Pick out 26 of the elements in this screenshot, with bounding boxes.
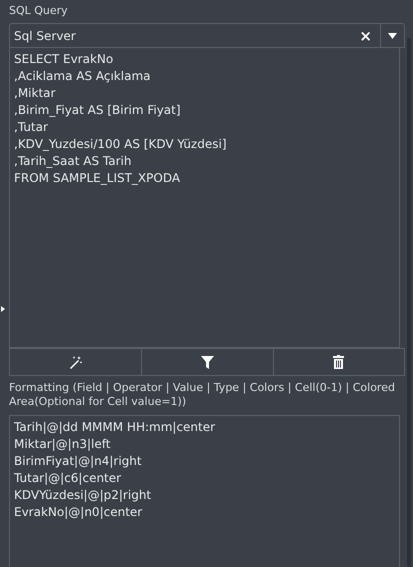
code-line: ,Tutar (14, 119, 48, 136)
code-line: ,Birim_Fiyat AS [Birim Fiyat] (14, 102, 181, 119)
code-line: ,Aciklama AS Açıklama (14, 68, 150, 85)
code-line: Tutar|@|c6|center (14, 470, 122, 487)
code-line: EvrakNo|@|n0|center (14, 504, 142, 521)
code-line: BirimFiyat|@|n4|right (14, 453, 142, 470)
code-line: ,Tarih_Saat AS Tarih (14, 153, 132, 170)
code-line: ,Miktar (14, 85, 56, 102)
query-editor[interactable]: SELECT EvrakNo ,Aciklama AS Açıklama ,Miktar ,Birim_Fiyat AS [Birim Fiyat] ,Tutar ,KDV_Yuzdesi/100 AS [KDV Yüzdesi] ,Tarih_Saat AS Tarih FROM SAMPLE_LIST_XPODA (9, 48, 400, 348)
caret-icon (388, 32, 397, 38)
section-label: SQL Query (9, 3, 69, 19)
code-line: Tarih|@|dd MMMM HH:mm|center (14, 419, 216, 436)
code-line: KDVYüzdesi|@|p2|right (14, 487, 152, 504)
dropdown-value: Sql Server (13, 28, 77, 45)
filter-icon (200, 355, 214, 369)
magic-wand-icon (68, 355, 83, 369)
formatting-label: Formatting (Field | Operator | Value | Type | Colors | Cell(0-1) | Colored Area(Optional for Cell value=1)) (9, 381, 396, 409)
code-line: FROM SAMPLE_LIST_XPODA (14, 170, 180, 187)
code-line: ,KDV_Yuzdesi/100 AS [KDV Yüzdesi] (14, 136, 226, 153)
code-line: SELECT EvrakNo (14, 51, 114, 68)
connection-dropdown[interactable]: Sql Server × (9, 23, 405, 48)
expand-arrow-icon[interactable] (1, 306, 5, 312)
formatting-editor[interactable]: Tarih|@|dd MMMM HH:mm|center Miktar|@|n3|left BirimFiyat|@|n4|right Tutar|@|c6|center KDVYüzdesi|@|p2|right EvrakNo|@|n0|center (9, 415, 400, 567)
clear-button[interactable]: × (351, 24, 380, 47)
trash-icon (333, 355, 344, 369)
code-line: Miktar|@|n3|left (14, 436, 110, 453)
